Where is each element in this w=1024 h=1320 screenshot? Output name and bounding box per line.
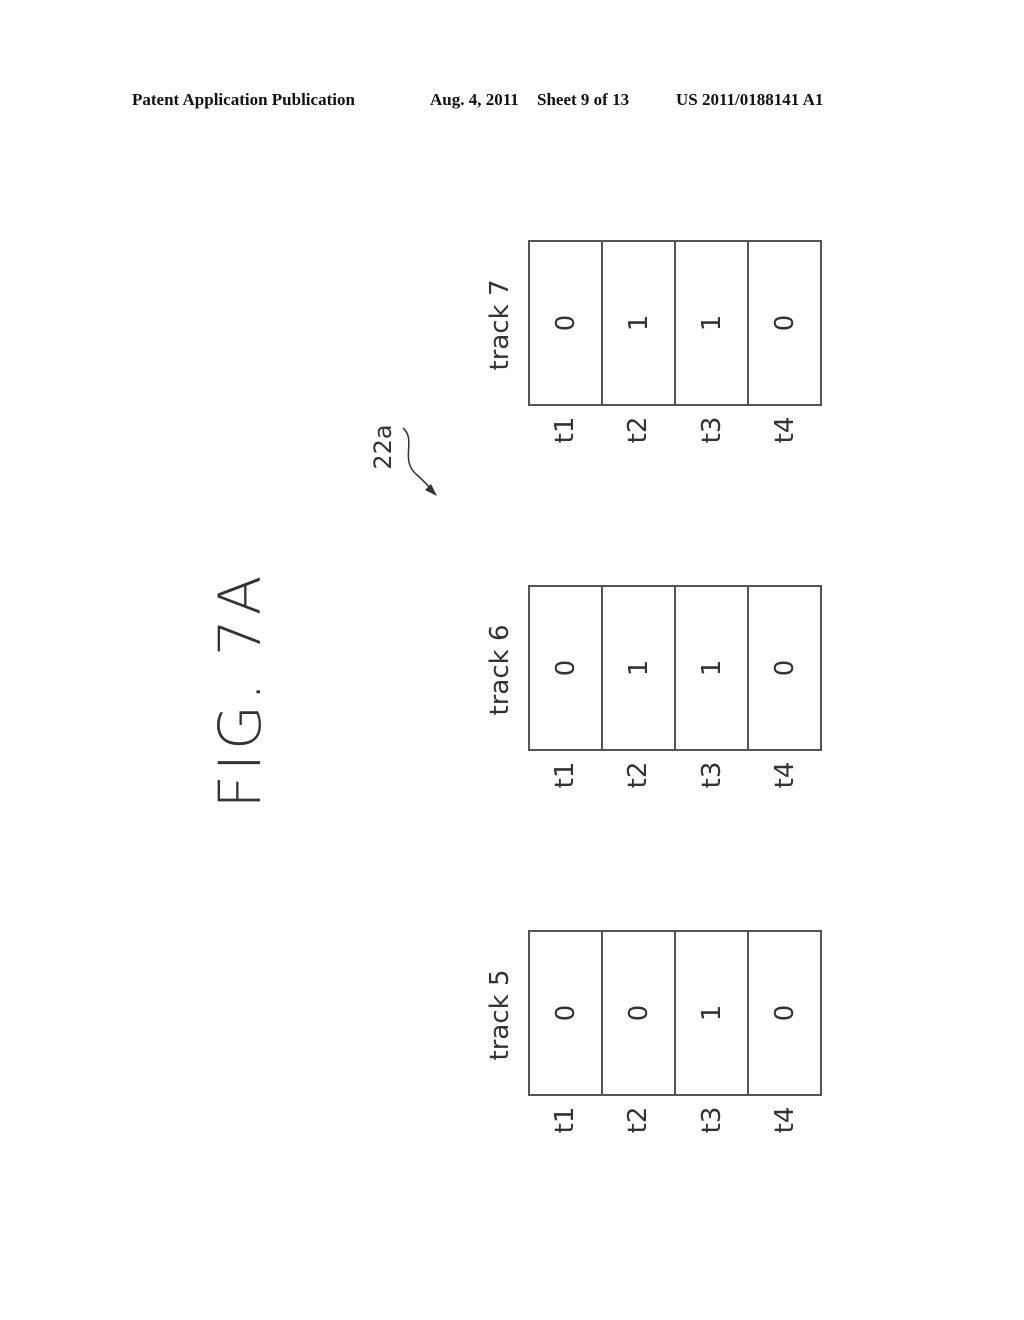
track-cell: 0 bbox=[530, 242, 603, 404]
time-label: t1 bbox=[549, 416, 580, 444]
track-cells: 0 0 1 0 bbox=[528, 930, 822, 1096]
time-label: t2 bbox=[623, 761, 654, 789]
cell-value: 0 bbox=[550, 1004, 581, 1022]
track-block: track 7 0 1 1 0 t1 t2 t3 t4 bbox=[480, 240, 830, 443]
track-block: track 6 0 1 1 0 t1 t2 t3 t4 bbox=[480, 585, 830, 788]
time-label: t2 bbox=[623, 416, 654, 444]
cell-value: 1 bbox=[696, 314, 727, 332]
track-cells: 0 1 1 0 bbox=[528, 585, 822, 751]
track-cell: 1 bbox=[603, 587, 676, 749]
track-label: track 7 bbox=[485, 279, 515, 371]
time-labels: t1 t2 t3 t4 bbox=[528, 410, 822, 450]
time-label: t1 bbox=[549, 1106, 580, 1134]
track-label: track 6 bbox=[485, 624, 515, 716]
time-label: t3 bbox=[696, 761, 727, 789]
cell-value: 0 bbox=[769, 1004, 800, 1022]
track-cell: 0 bbox=[530, 932, 603, 1094]
cell-value: 1 bbox=[623, 314, 654, 332]
cell-value: 0 bbox=[769, 314, 800, 332]
track-cell: 0 bbox=[749, 242, 820, 404]
track-cell: 0 bbox=[530, 587, 603, 749]
time-labels: t1 t2 t3 t4 bbox=[528, 755, 822, 795]
cell-value: 1 bbox=[696, 659, 727, 677]
reference-label: 22a bbox=[369, 424, 397, 470]
cell-value: 0 bbox=[769, 659, 800, 677]
publication-date: Aug. 4, 2011 bbox=[430, 90, 519, 109]
track-cell: 1 bbox=[676, 932, 749, 1094]
patent-number: US 2011/0188141 A1 bbox=[676, 90, 824, 109]
time-labels: t1 t2 t3 t4 bbox=[528, 1100, 822, 1140]
cell-value: 0 bbox=[550, 314, 581, 332]
figure-title: FIG. 7A bbox=[206, 571, 274, 809]
track-cells: 0 1 1 0 bbox=[528, 240, 822, 406]
time-label: t1 bbox=[549, 761, 580, 789]
cell-value: 0 bbox=[623, 1004, 654, 1022]
time-label: t4 bbox=[770, 416, 801, 444]
cell-value: 0 bbox=[550, 659, 581, 677]
cell-value: 1 bbox=[696, 1004, 727, 1022]
cell-value: 1 bbox=[623, 659, 654, 677]
track-block: track 5 0 0 1 0 t1 t2 t3 t4 bbox=[480, 930, 830, 1133]
publication-type: Patent Application Publication bbox=[132, 90, 355, 109]
track-cell: 0 bbox=[603, 932, 676, 1094]
time-label: t4 bbox=[770, 1106, 801, 1134]
reference-arrow-icon bbox=[402, 427, 437, 496]
track-cell: 1 bbox=[676, 242, 749, 404]
track-cell: 0 bbox=[749, 587, 820, 749]
page-header: Patent Application Publication Aug. 4, 2… bbox=[0, 90, 1024, 114]
track-cell: 1 bbox=[676, 587, 749, 749]
track-cell: 0 bbox=[749, 932, 820, 1094]
time-label: t3 bbox=[696, 1106, 727, 1134]
track-label: track 5 bbox=[485, 969, 515, 1061]
time-label: t3 bbox=[696, 416, 727, 444]
track-cell: 1 bbox=[603, 242, 676, 404]
time-label: t4 bbox=[770, 761, 801, 789]
sheet-number: Sheet 9 of 13 bbox=[537, 90, 630, 109]
time-label: t2 bbox=[623, 1106, 654, 1134]
